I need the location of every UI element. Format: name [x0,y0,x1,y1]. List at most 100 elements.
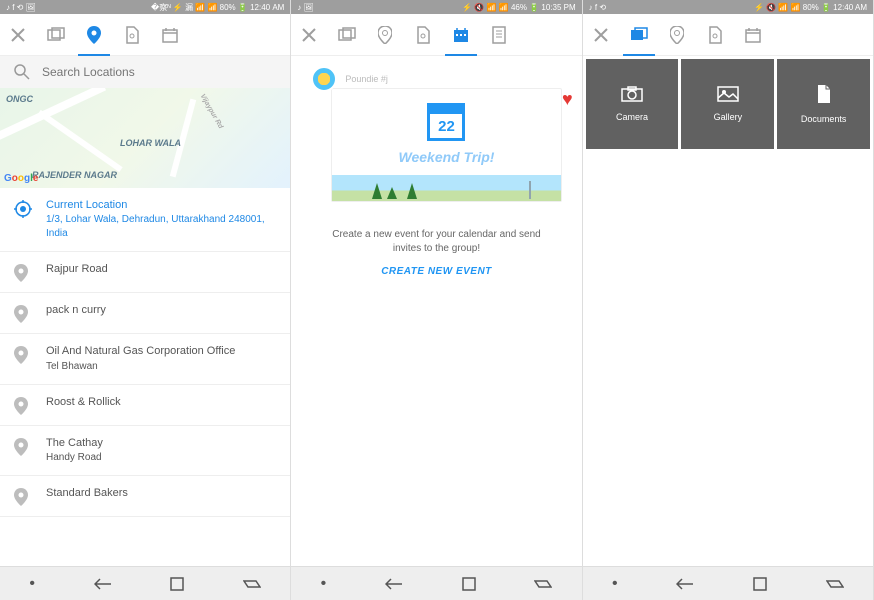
document-icon[interactable] [413,25,433,45]
screen-locations: ♪ f ⟲ 🖼 �察ᴺ ⚡ 漏 📶 📶 80% 🔋 12:40 AM ONGC … [0,0,291,600]
status-left: ♪ f ⟲ 🖼 [6,3,36,12]
event-card[interactable]: ♥ 22 Weekend Trip! [331,88,561,202]
location-pin-icon[interactable] [375,25,395,45]
nav-back-icon[interactable] [676,578,694,590]
list-item[interactable]: Roost & Rollick [0,385,290,426]
image-icon [717,86,739,102]
gallery-icon[interactable] [337,25,357,45]
location-text: Roost & Rollick [46,395,121,410]
avatar-name: Poundie #j [345,74,388,84]
map-road-label: Vijaypur Rd [198,93,223,130]
pin-icon [14,438,32,456]
nav-bar: • [583,566,873,600]
map-label-ongc: ONGC [6,94,33,104]
map-label-rajender: RAJENDER NAGAR [32,170,117,180]
location-text: Rajpur Road [46,262,108,277]
location-title: Current Location [46,198,276,213]
gallery-icon[interactable] [46,25,66,45]
status-bar: ♪ 🖼 ⚡ 🔇 📶 📶 46% 🔋 10:35 PM [291,0,581,14]
screen-events: ♪ 🖼 ⚡ 🔇 📶 📶 46% 🔋 10:35 PM Poundie #j ♥ … [291,0,582,600]
location-title: Oil And Natural Gas Corporation Office [46,344,235,359]
location-pin-icon[interactable] [667,25,687,45]
list-item[interactable]: Current Location1/3, Lohar Wala, Dehradu… [0,188,290,252]
nav-recent-icon[interactable] [534,578,552,590]
location-text: pack n curry [46,303,106,318]
tile-gallery[interactable]: Gallery [681,59,774,149]
location-sub: Handy Road [46,451,103,465]
status-right: ⚡ 🔇 📶 📶 80% 🔋 12:40 AM [754,3,867,12]
notes-icon[interactable] [489,25,509,45]
list-item[interactable]: Rajpur Road [0,252,290,293]
status-right: ⚡ 🔇 📶 📶 46% 🔋 10:35 PM [462,3,575,12]
document-icon[interactable] [122,25,142,45]
nav-home-icon[interactable] [462,577,476,591]
calendar-icon[interactable] [743,25,763,45]
location-sub: Tel Bhawan [46,360,235,374]
search-input[interactable] [42,65,276,79]
cal-day: 22 [430,114,462,138]
nav-recent-icon[interactable] [243,578,261,590]
status-right: �察ᴺ ⚡ 漏 📶 📶 80% 🔋 12:40 AM [151,2,284,13]
tile-label: Documents [801,114,847,124]
nav-menu-icon[interactable]: • [29,575,35,593]
document-icon[interactable] [705,25,725,45]
nav-recent-icon[interactable] [826,578,844,590]
pin-icon [14,488,32,506]
search-row [0,56,290,88]
list-item[interactable]: Standard Bakers [0,476,290,517]
search-icon [14,64,30,80]
map-label-lohar: LOHAR WALA [120,138,181,148]
calendar-icon[interactable] [451,25,471,45]
location-text: Standard Bakers [46,486,128,501]
close-icon[interactable] [8,25,28,45]
media-content: Camera Gallery Documents [583,56,873,566]
status-bar: ♪ f ⟲ ⚡ 🔇 📶 📶 80% 🔋 12:40 AM [583,0,873,14]
nav-back-icon[interactable] [385,578,403,590]
tile-camera[interactable]: Camera [586,59,679,149]
pin-icon [14,397,32,415]
location-title: The Cathay [46,436,103,451]
nav-menu-icon[interactable]: • [612,575,618,593]
heart-icon[interactable]: ♥ [562,89,573,110]
toolbar [291,14,581,56]
close-icon[interactable] [299,25,319,45]
status-left: ♪ 🖼 [297,3,313,12]
tiles-row: Camera Gallery Documents [583,56,873,152]
google-logo: Google [4,173,38,184]
location-pin-icon[interactable] [84,25,104,45]
status-left: ♪ f ⟲ [589,3,606,12]
nav-back-icon[interactable] [94,578,112,590]
pin-icon [14,305,32,323]
pin-icon [14,264,32,282]
status-bar: ♪ f ⟲ 🖼 �察ᴺ ⚡ 漏 📶 📶 80% 🔋 12:40 AM [0,0,290,14]
tile-documents[interactable]: Documents [777,59,870,149]
nav-home-icon[interactable] [170,577,184,591]
event-description: Create a new event for your calendar and… [291,212,581,266]
card-scene [332,175,560,201]
list-item[interactable]: Oil And Natural Gas Corporation OfficeTe… [0,334,290,384]
card-title: Weekend Trip! [332,149,560,165]
calendar-icon[interactable] [160,25,180,45]
location-list: Current Location1/3, Lohar Wala, Dehradu… [0,188,290,566]
location-text: Current Location1/3, Lohar Wala, Dehradu… [46,198,276,241]
list-item[interactable]: pack n curry [0,293,290,334]
tile-label: Camera [616,112,648,122]
toolbar [0,14,290,56]
gallery-icon[interactable] [629,25,649,45]
tile-label: Gallery [714,112,743,122]
nav-bar: • [0,566,290,600]
calendar-graphic: 22 [427,103,465,141]
nav-menu-icon[interactable]: • [321,575,327,593]
nav-home-icon[interactable] [753,577,767,591]
map-view[interactable]: ONGC LOHAR WALA RAJENDER NAGAR Vijaypur … [0,88,290,188]
create-event-button[interactable]: CREATE NEW EVENT [291,266,581,277]
document-icon [816,84,832,104]
event-content: Poundie #j ♥ 22 Weekend Trip! Create a n… [291,56,581,566]
list-item[interactable]: The CathayHandy Road [0,426,290,476]
screen-media: ♪ f ⟲ ⚡ 🔇 📶 📶 80% 🔋 12:40 AM Camera Gall… [583,0,874,600]
location-text: Oil And Natural Gas Corporation OfficeTe… [46,344,235,373]
close-icon[interactable] [591,25,611,45]
target-icon [14,200,32,218]
toolbar [583,14,873,56]
nav-bar: • [291,566,581,600]
